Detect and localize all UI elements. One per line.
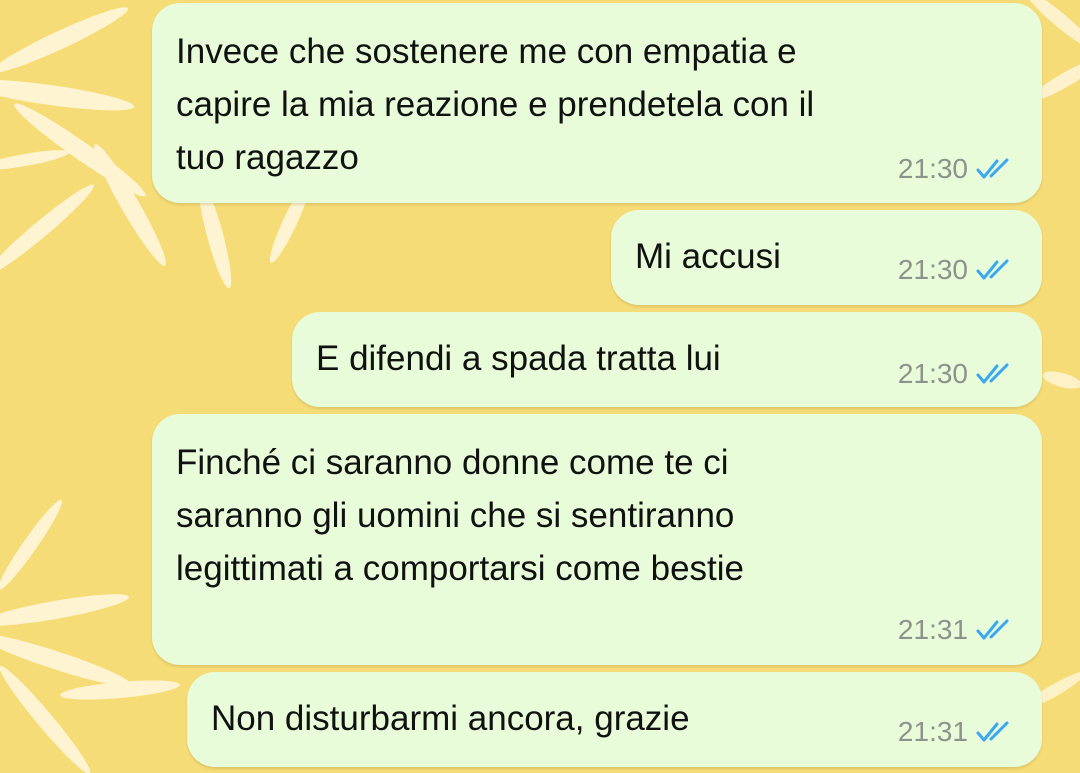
message-text-line: tuo ragazzo (176, 138, 359, 177)
message-timestamp: 21:31 (897, 716, 968, 747)
message-text-line: capire la mia reazione e prendetela con … (176, 85, 815, 124)
message-bubble[interactable]: E difendi a spada tratta lui 21:30 (292, 312, 1042, 407)
message-timestamp: 21:31 (897, 614, 968, 645)
message-bubble[interactable]: Finché ci saranno donne come te ci saran… (152, 414, 1042, 665)
double-check-read-icon (976, 720, 1016, 744)
message-text: E difendi a spada tratta lui (316, 332, 721, 385)
message-text: Finché ci saranno donne come te ci saran… (176, 436, 744, 595)
double-check-read-icon (976, 258, 1016, 282)
message-timestamp: 21:30 (897, 358, 968, 389)
message-text-line: E difendi a spada tratta lui (316, 339, 721, 378)
message-meta: 21:30 (898, 358, 1016, 390)
message-bubble[interactable]: Mi accusi 21:30 (611, 210, 1042, 305)
message-timestamp: 21:30 (897, 254, 968, 285)
double-check-read-icon (976, 157, 1016, 181)
message-meta: 21:30 (898, 254, 1016, 286)
message-text-line: Mi accusi (635, 237, 781, 276)
message-text-line: saranno gli uomini che si sentiranno (176, 496, 735, 535)
message-bubble[interactable]: Invece che sostenere me con empatia e ca… (152, 3, 1042, 203)
double-check-read-icon (976, 362, 1016, 386)
message-bubble[interactable]: Non disturbarmi ancora, grazie 21:31 (187, 672, 1042, 767)
message-text-line: legittimati a comportarsi come bestie (176, 549, 744, 588)
message-text-line: Non disturbarmi ancora, grazie (211, 699, 690, 738)
message-meta: 21:30 (898, 153, 1016, 185)
message-timestamp: 21:30 (897, 153, 968, 184)
message-text: Non disturbarmi ancora, grazie (211, 692, 690, 745)
message-meta: 21:31 (898, 716, 1016, 748)
message-text: Invece che sostenere me con empatia e ca… (176, 25, 814, 184)
double-check-read-icon (976, 618, 1016, 642)
message-text: Mi accusi (635, 230, 781, 283)
message-meta: 21:31 (898, 614, 1016, 646)
message-text-line: Finché ci saranno donne come te ci (176, 443, 729, 482)
message-text-line: Invece che sostenere me con empatia e (176, 32, 797, 71)
